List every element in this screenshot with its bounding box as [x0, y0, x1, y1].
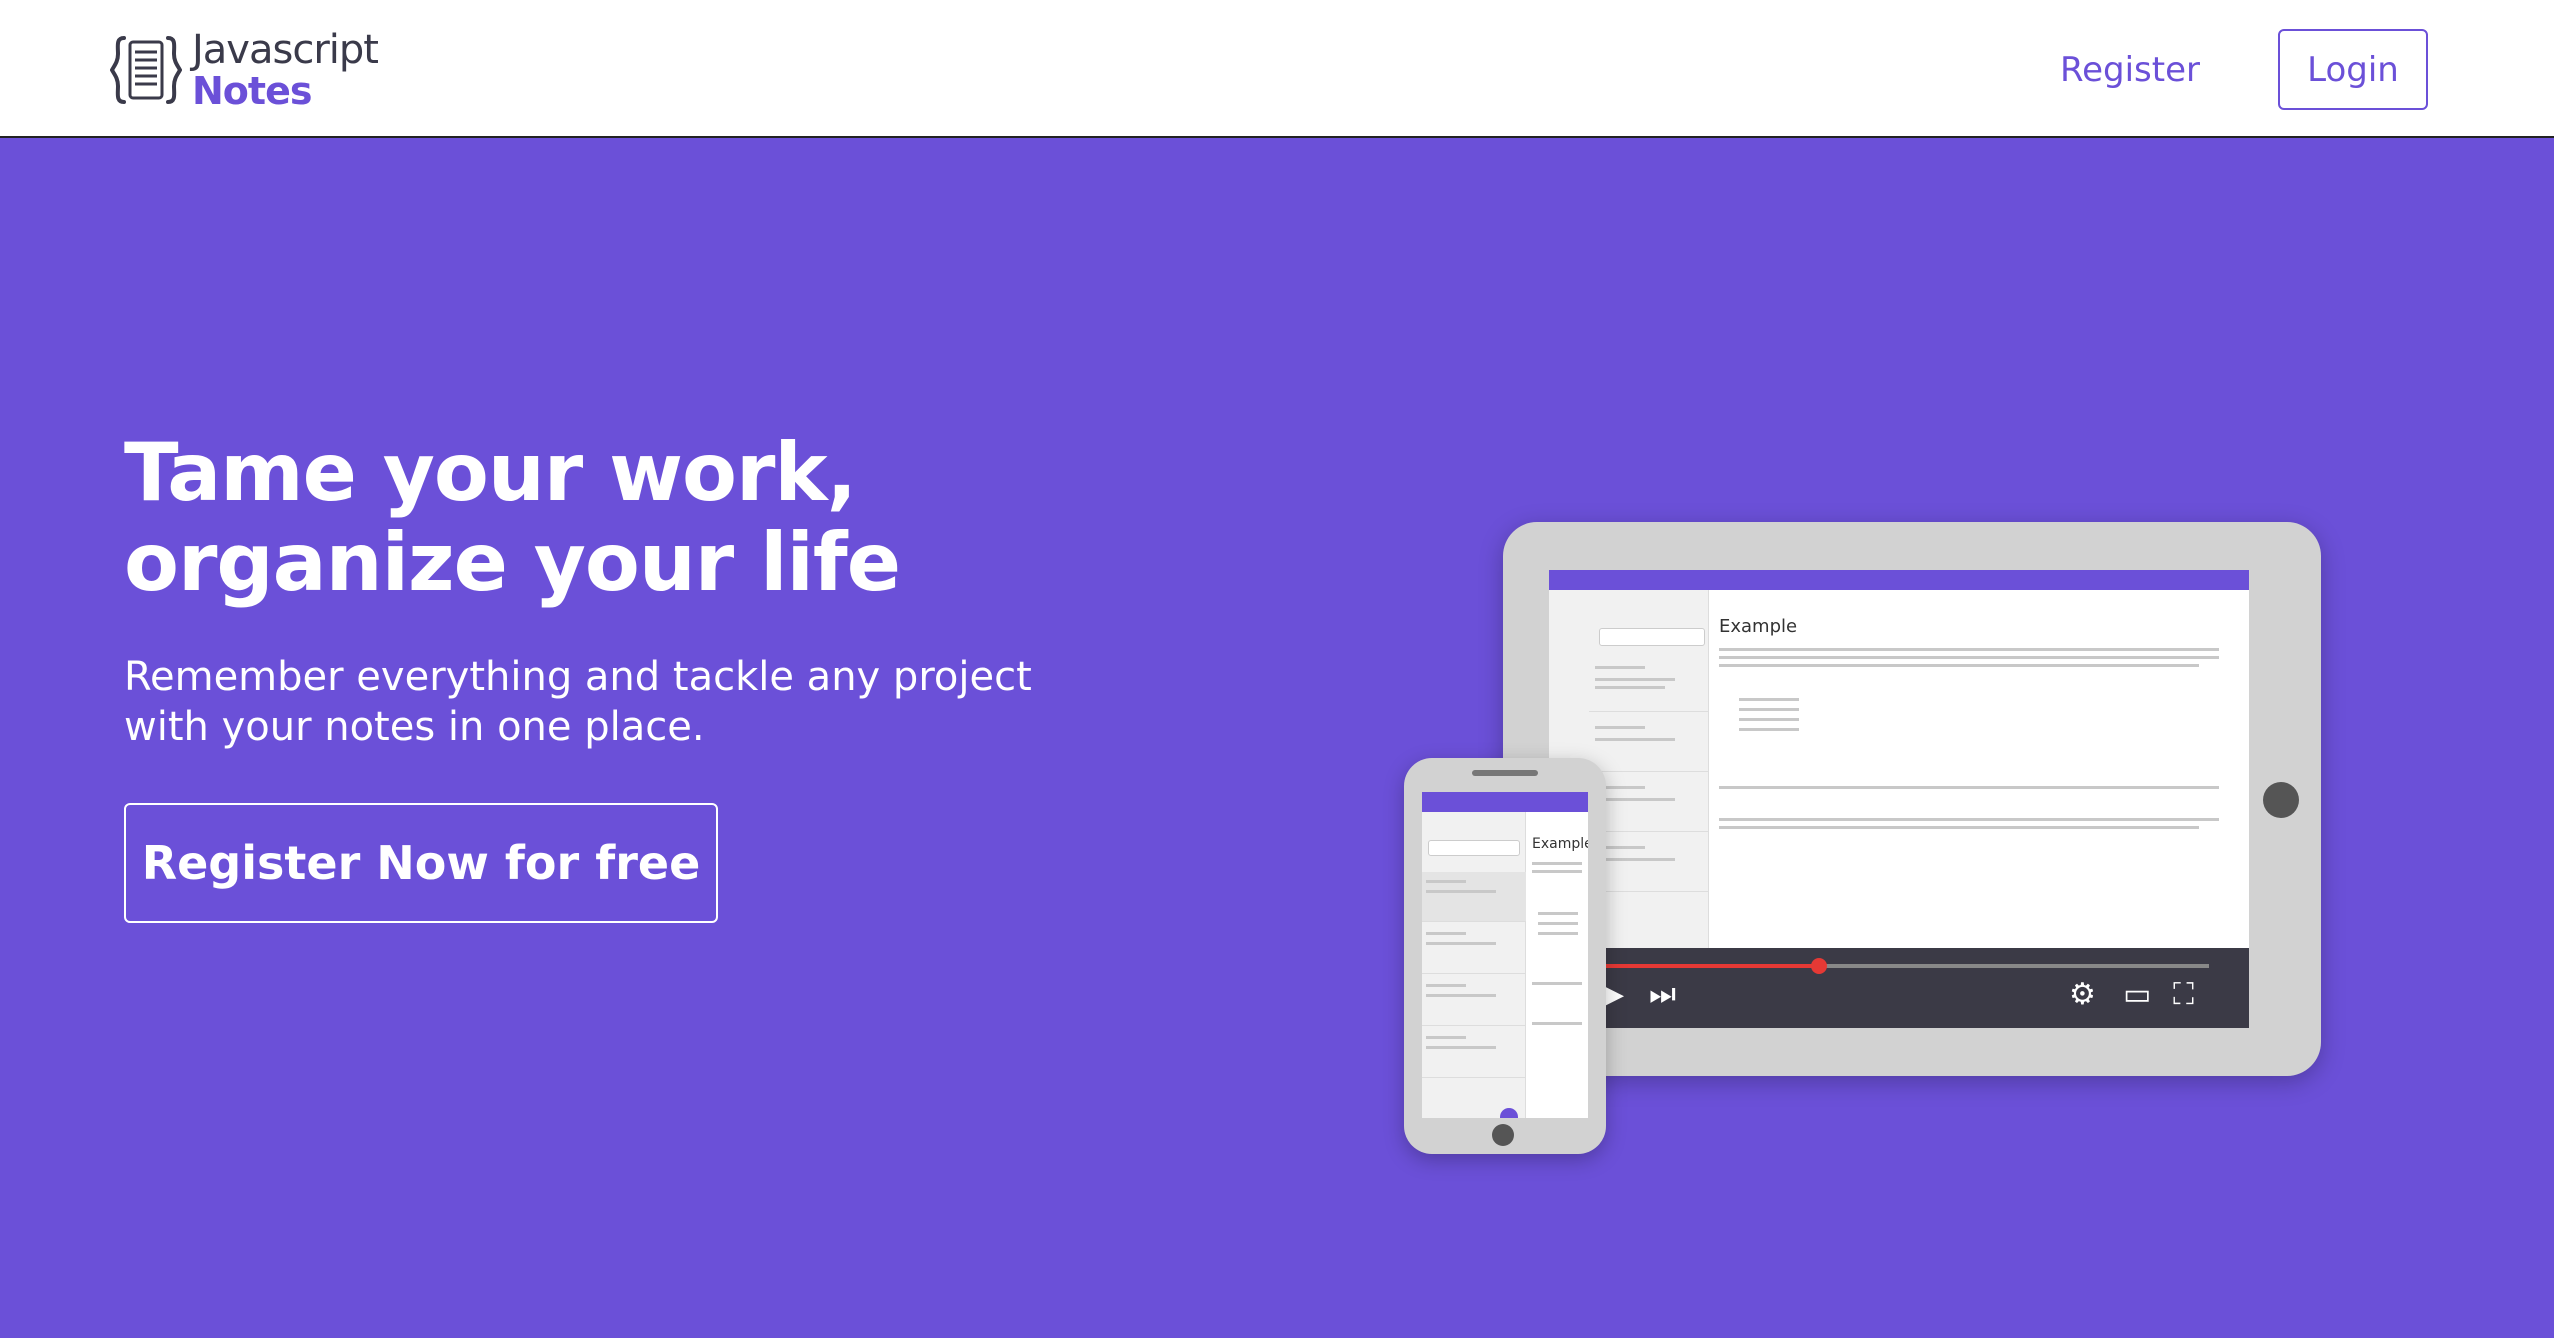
- note-body-line: [1719, 656, 2219, 659]
- note-bullet-line: [1538, 912, 1578, 915]
- tablet-illustration: Example ▶ ⏭ ⚙ ▭ ⛶: [1503, 522, 2321, 1076]
- phone-screen: Example: [1422, 792, 1588, 1118]
- note-bullet-line: [1538, 932, 1578, 935]
- note-body-line: [1719, 826, 2199, 829]
- add-note-icon: [1500, 1108, 1518, 1118]
- phone-home-button: [1492, 1124, 1514, 1146]
- tablet-home-button: [2263, 782, 2299, 818]
- note-list-item: [1589, 656, 1709, 712]
- theater-mode-icon: ▭: [2123, 977, 2152, 1012]
- hero-title-line-2: organize your life: [124, 516, 901, 609]
- note-list-item: [1422, 1028, 1526, 1078]
- note-list-item: [1589, 716, 1709, 772]
- tablet-screen: Example ▶ ⏭ ⚙ ▭ ⛶: [1549, 570, 2249, 1028]
- hero-title-line-1: Tame your work,: [124, 426, 857, 519]
- phone-speaker: [1472, 770, 1538, 776]
- note-line: [1595, 726, 1645, 729]
- note-line: [1426, 880, 1466, 883]
- note-list-item: [1422, 872, 1526, 922]
- note-body-line: [1532, 982, 1582, 985]
- note-line: [1595, 798, 1675, 801]
- note-bullet-line: [1739, 698, 1799, 701]
- note-line: [1426, 942, 1496, 945]
- video-progress-bar: [1589, 958, 2209, 974]
- note-body-line: [1719, 818, 2219, 821]
- note-bullet-line: [1739, 718, 1799, 721]
- note-list-item: [1589, 836, 1709, 892]
- note-body-line: [1532, 862, 1582, 865]
- note-body-line: [1719, 664, 2199, 667]
- app-search-field: [1428, 840, 1520, 856]
- app-sidebar: [1422, 812, 1526, 1118]
- phone-illustration: Example: [1404, 758, 1606, 1154]
- note-bullet-line: [1739, 708, 1799, 711]
- app-search-field: [1599, 628, 1705, 646]
- note-list-item: [1422, 976, 1526, 1026]
- tablet-note-title: Example: [1719, 616, 1798, 637]
- note-body-line: [1719, 648, 2219, 651]
- note-body-line: [1719, 786, 2219, 789]
- note-bullet-line: [1538, 922, 1578, 925]
- note-line: [1595, 666, 1645, 669]
- settings-gear-icon: ⚙: [2069, 977, 2096, 1012]
- note-line: [1426, 932, 1466, 935]
- logo-line-1: Javascript: [192, 27, 379, 73]
- notes-logo-icon: [109, 32, 183, 108]
- video-progress-knob: [1811, 958, 1827, 974]
- logo-line-2: Notes: [192, 69, 312, 113]
- hero-title: Tame your work, organize your life: [124, 426, 901, 609]
- note-list-item: [1589, 776, 1709, 832]
- logo-text: Javascript Notes: [192, 27, 379, 113]
- app-topbar: [1422, 792, 1588, 812]
- note-line: [1595, 678, 1675, 681]
- app-topbar: [1549, 570, 2249, 590]
- note-line: [1426, 984, 1466, 987]
- logo[interactable]: Javascript Notes: [109, 27, 379, 113]
- video-progress-fill: [1589, 964, 1819, 968]
- register-link[interactable]: Register: [2060, 44, 2200, 96]
- fullscreen-icon: ⛶: [2173, 977, 2194, 1012]
- video-player-bar: ▶ ⏭ ⚙ ▭ ⛶: [1549, 948, 2249, 1028]
- note-bullet-line: [1739, 728, 1799, 731]
- note-line: [1595, 858, 1675, 861]
- note-line: [1426, 994, 1496, 997]
- note-line: [1426, 1036, 1466, 1039]
- note-list-item: [1422, 924, 1526, 974]
- note-line: [1595, 686, 1665, 689]
- phone-note-title: Example: [1532, 836, 1588, 852]
- note-line: [1595, 738, 1675, 741]
- login-button[interactable]: Login: [2278, 29, 2428, 110]
- hero-subtitle: Remember everything and tackle any proje…: [124, 654, 1032, 750]
- note-body-line: [1532, 870, 1582, 873]
- next-icon: ⏭: [1649, 977, 1676, 1012]
- note-body-line: [1532, 1022, 1582, 1025]
- note-line: [1426, 1046, 1496, 1049]
- register-now-button[interactable]: Register Now for free: [124, 803, 718, 923]
- navbar: Javascript Notes Register Login: [0, 0, 2554, 138]
- note-line: [1426, 890, 1496, 893]
